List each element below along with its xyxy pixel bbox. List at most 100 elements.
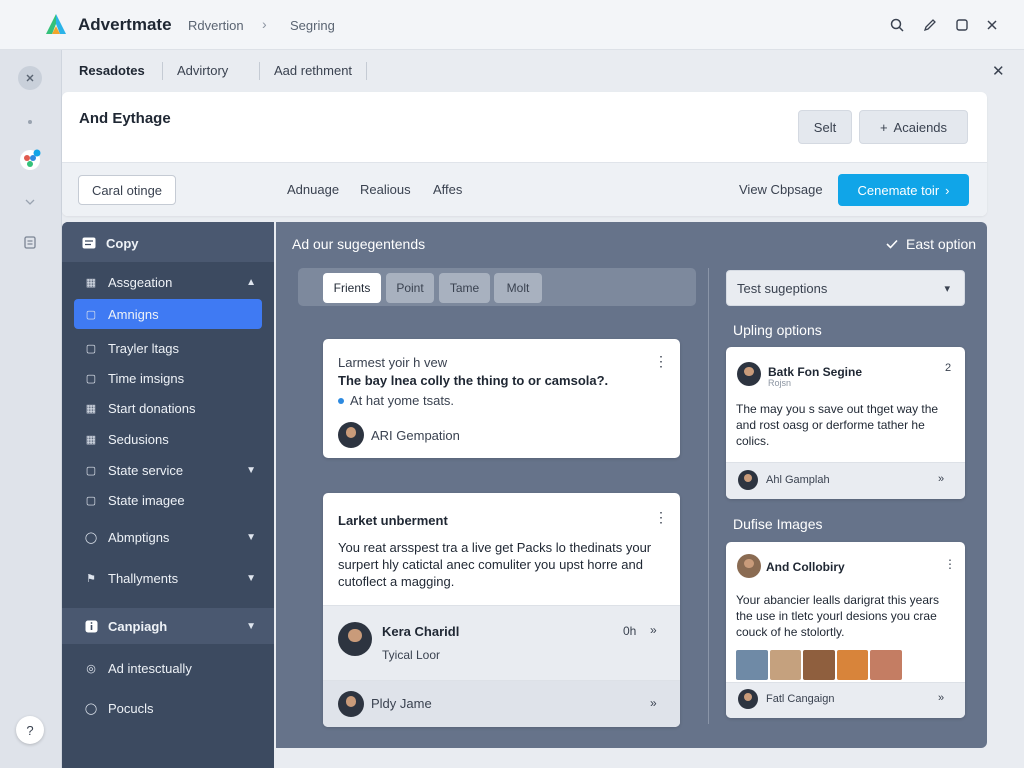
- card-footer: [726, 462, 965, 499]
- add-button-label: Acaiends: [893, 119, 948, 135]
- content-area: Ad our sugegentends East option Frients …: [276, 222, 987, 748]
- search-icon[interactable]: [886, 14, 908, 36]
- image-strip[interactable]: [736, 650, 902, 680]
- thumbnail-image[interactable]: [803, 650, 835, 680]
- segment-tame[interactable]: Tame: [439, 273, 490, 303]
- suggestions-select[interactable]: Test sugeptions ▾: [726, 270, 965, 306]
- chevron-down-icon: ▼: [246, 531, 256, 543]
- edit-icon[interactable]: [919, 14, 941, 36]
- sidebar-item-trayler-ltags[interactable]: ▢ Trayler ltags: [74, 333, 262, 363]
- sidebar-item-state-service[interactable]: ▢ State service ▼: [74, 455, 262, 485]
- sidebar-item-label: Abmptigns: [108, 529, 170, 545]
- sidebar-item-abmptigns[interactable]: ◯ Abmptigns ▼: [74, 522, 262, 552]
- generate-button[interactable]: Cenemate toir ›: [838, 174, 969, 206]
- east-option-toggle[interactable]: East option: [886, 236, 976, 252]
- copy-icon: [82, 236, 96, 250]
- toolbar-link[interactable]: Affes: [433, 182, 462, 197]
- article-card[interactable]: ⋮ Larket unberment You reat arsspest tra…: [323, 493, 680, 727]
- more-vertical-icon[interactable]: ⋮: [654, 353, 668, 370]
- target-icon: ◎: [86, 662, 96, 675]
- sidebar-header-copy[interactable]: Copy: [72, 228, 260, 258]
- segment-frients[interactable]: Frients: [323, 273, 381, 303]
- card-title: Larket unberment: [338, 513, 448, 528]
- check-icon: [886, 239, 898, 249]
- close-icon[interactable]: [981, 14, 1003, 36]
- sidebar-item-pocucls[interactable]: ◯ Pocucls: [74, 693, 262, 723]
- thumbnail-image[interactable]: [769, 650, 802, 680]
- dot-icon[interactable]: [18, 110, 42, 134]
- breadcrumb-item[interactable]: Rdvertion: [188, 18, 244, 33]
- thumbnail-image[interactable]: [836, 650, 869, 680]
- breadcrumb-item[interactable]: Segring: [290, 18, 335, 33]
- sidebar-item-ad-intesctually[interactable]: ◎ Ad intesctually: [74, 653, 262, 683]
- person-name: Kera Charidl: [382, 624, 460, 639]
- grid-icon: ▦: [85, 276, 97, 289]
- plus-icon: +: [879, 119, 888, 135]
- time-label: 0h: [623, 624, 637, 638]
- avatar: [737, 554, 761, 578]
- option-card[interactable]: Batk Fon Segine Rojsn 2 The may you s sa…: [726, 347, 965, 499]
- select-button[interactable]: Selt: [798, 110, 852, 144]
- thumbnail-image[interactable]: [870, 650, 902, 680]
- page-title: And Eythage: [79, 110, 171, 127]
- sidebar-item-label: Thallyments: [108, 570, 179, 586]
- footer-name: Pldy Jame: [371, 696, 432, 711]
- card-subtitle: Rojsn: [768, 378, 792, 388]
- divider: [162, 62, 163, 80]
- square-icon: ▢: [85, 372, 97, 385]
- tab-resadotes[interactable]: Resadotes: [79, 63, 145, 78]
- option-card[interactable]: And Collobiry ⋮ Your abancier lealls dar…: [726, 542, 965, 718]
- add-button[interactable]: + Acaiends: [859, 110, 968, 144]
- chevron-down-icon[interactable]: [18, 190, 42, 214]
- forward-icon[interactable]: »: [938, 692, 944, 704]
- suggestion-card[interactable]: ⋮ Larmest yoir h vew The bay lnea colly …: [323, 339, 680, 458]
- title-bar: Advertmate Rdvertion › Segring: [0, 0, 1024, 50]
- section-title: Upling options: [733, 322, 822, 338]
- circle-icon: ◯: [84, 702, 98, 715]
- tab-advirtory[interactable]: Advirtory: [177, 63, 228, 78]
- sidebar-item-canpiagh[interactable]: Canpiagh ▼: [74, 611, 262, 641]
- top-tabs: Resadotes Advirtory Aad rethment ✕: [62, 50, 1024, 90]
- toolbar-link[interactable]: Realious: [360, 182, 411, 197]
- close-icon[interactable]: [18, 66, 42, 90]
- forward-icon[interactable]: »: [938, 473, 944, 485]
- forward-icon[interactable]: »: [650, 623, 657, 637]
- select-value: Test sugeptions: [737, 280, 828, 296]
- section-title: Dufise Images: [733, 516, 823, 532]
- content-title: Ad our sugegentends: [292, 236, 426, 252]
- footer-name: Ahl Gamplah: [766, 474, 830, 486]
- segment-molt[interactable]: Molt: [494, 273, 542, 303]
- forward-icon[interactable]: »: [650, 696, 657, 710]
- sidebar-item-assgeation[interactable]: ▦ Assgeation ▲: [74, 267, 262, 297]
- cancel-button[interactable]: Caral otinge: [78, 175, 176, 205]
- card-person-section: [323, 605, 680, 680]
- sidebar-item-amnigns[interactable]: ▢ Amnigns: [74, 299, 262, 329]
- close-icon[interactable]: ✕: [992, 62, 1005, 80]
- info-icon: [84, 619, 98, 633]
- sidebar-item-label: State service: [108, 462, 184, 478]
- sidebar-item-label: Start donations: [108, 400, 196, 416]
- sidebar-item-time-imsigns[interactable]: ▢ Time imsigns: [74, 363, 262, 393]
- sidebar-item-state-imagee[interactable]: ▢ State imagee: [74, 485, 262, 515]
- more-vertical-icon[interactable]: ⋮: [654, 509, 668, 526]
- sidebar-item-sedusions[interactable]: ▦ Sedusions: [74, 424, 262, 454]
- thumbnail-image[interactable]: [736, 650, 768, 680]
- tab-aad-rethment[interactable]: Aad rethment: [274, 63, 352, 78]
- sidebar-item-start-donations[interactable]: ▦ Start donations: [74, 393, 262, 423]
- sidebar-item-thallyments[interactable]: ⚑ Thallyments ▼: [74, 563, 262, 593]
- more-vertical-icon[interactable]: ⋮: [944, 557, 956, 571]
- clipboard-icon[interactable]: [18, 230, 42, 254]
- divider: [708, 268, 709, 724]
- segment-point[interactable]: Point: [386, 273, 434, 303]
- sidebar-item-label: Trayler ltags: [108, 340, 180, 356]
- square-icon: ▢: [85, 342, 97, 355]
- team-icon[interactable]: [18, 148, 42, 172]
- sidebar-item-label: Time imsigns: [108, 370, 185, 386]
- person-role: Tyical Loor: [382, 648, 441, 662]
- toolbar-link[interactable]: Adnuage: [287, 182, 339, 197]
- view-link[interactable]: View Cbpsage: [739, 182, 823, 197]
- sidebar-item-label: Assgeation: [108, 274, 173, 290]
- avatar: [738, 689, 758, 709]
- maximize-icon[interactable]: [951, 14, 973, 36]
- help-icon[interactable]: ?: [16, 716, 44, 744]
